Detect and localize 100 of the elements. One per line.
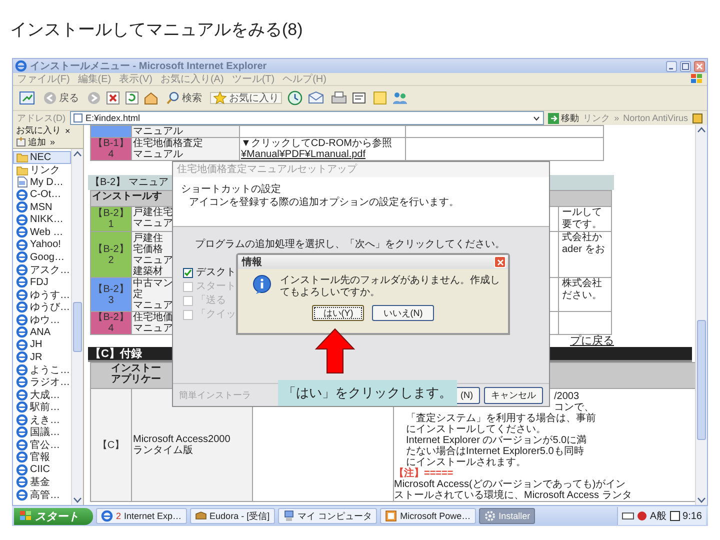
favorite-item[interactable]: 高管… <box>13 488 71 501</box>
search-button[interactable]: 検索 <box>163 87 205 109</box>
favorite-item[interactable]: Yahoo! <box>13 238 71 251</box>
globe-page-icon <box>16 251 28 264</box>
dialog-message: インストール先のフォルダがありません。作成してもよろしいですか。 <box>280 275 500 299</box>
edit-icon[interactable] <box>352 91 368 105</box>
favorite-item[interactable]: 国議… <box>13 426 71 438</box>
favorite-item[interactable]: リンク <box>13 164 71 176</box>
clock: 9:16 <box>682 510 702 522</box>
close-button[interactable] <box>694 60 705 72</box>
minimize-button[interactable] <box>666 60 677 72</box>
favorite-item[interactable]: えき… <box>13 414 71 426</box>
back-button[interactable]: 戻る <box>40 87 82 109</box>
globe-page-icon <box>16 401 28 414</box>
people-icon[interactable] <box>392 91 408 105</box>
favorite-item[interactable]: 官公… <box>13 438 71 451</box>
globe-page-icon <box>16 264 28 276</box>
taskbar-button[interactable]: Microsoft Powe… <box>380 508 476 524</box>
favorite-item[interactable]: My D… <box>13 176 71 188</box>
add-button[interactable]: 追加 <box>16 136 46 148</box>
table-cell: 株式会社 ださい。 <box>559 278 611 311</box>
favorite-item[interactable]: NEC <box>13 151 71 164</box>
favorite-item[interactable]: ANA <box>13 326 71 338</box>
globe-page-icon <box>16 414 28 426</box>
folder-icon <box>16 151 28 164</box>
refresh-icon[interactable] <box>125 91 139 105</box>
chevron[interactable]: » <box>50 137 56 147</box>
checkbox-label: 「送る <box>196 295 226 306</box>
home-icon[interactable] <box>144 91 158 105</box>
taskbar-button[interactable]: 2 Internet Exp… <box>96 508 187 524</box>
dialog-button[interactable]: はい(Y) <box>312 305 364 321</box>
scrollbar[interactable] <box>695 125 707 505</box>
favorite-item[interactable]: MSN <box>13 201 71 214</box>
taskbar-button[interactable]: マイ コンピュータ <box>278 508 378 524</box>
window-title: インストールメニュー - Microsoft Internet Explorer <box>30 60 268 73</box>
favorite-item[interactable]: JH <box>13 338 71 351</box>
close-icon <box>496 258 504 266</box>
favorite-item[interactable]: Web … <box>13 226 71 238</box>
back-link[interactable]: プに戻る <box>570 335 614 347</box>
presentation-icon <box>385 510 398 522</box>
favorite-item[interactable]: 駅前… <box>13 401 71 414</box>
scroll-thumb[interactable] <box>697 320 706 440</box>
favorite-item[interactable]: 官報 <box>13 451 71 464</box>
dialog-button[interactable]: いいえ(N) <box>372 305 434 321</box>
globe-page-icon <box>16 388 28 401</box>
globe-page-icon <box>16 376 28 388</box>
dialog-description: アイコンを登録する際の追加オプションの設定を行います。 <box>188 196 460 209</box>
table-cell: 式会社か ader をお <box>559 232 611 277</box>
printer-icon[interactable] <box>331 91 347 105</box>
globe-page-icon <box>16 476 28 488</box>
close-icon <box>696 62 703 70</box>
maximize-button[interactable] <box>680 60 691 72</box>
go-button[interactable]: 移動 <box>548 112 580 124</box>
dialog-button[interactable]: キャンセル <box>484 386 543 404</box>
address-field[interactable]: E:¥index.html <box>70 111 544 125</box>
history-icon[interactable] <box>287 90 303 106</box>
document-icon <box>16 176 28 188</box>
dialog-title: 住宅地価格査定マニュアルセットアップ <box>173 162 549 177</box>
favorite-item[interactable]: 大成… <box>13 388 71 401</box>
panel-close-button[interactable]: × <box>65 126 70 136</box>
favorite-item[interactable]: Goog… <box>13 251 71 264</box>
scrollbar[interactable] <box>71 149 83 505</box>
panel-title: お気に入り <box>16 124 61 137</box>
favorite-item[interactable]: NIKK… <box>13 214 71 226</box>
instruction-callout: 「はい」をクリックします。 <box>278 380 457 406</box>
favorite-item[interactable]: ラジオ… <box>13 376 71 388</box>
table-cell: ールして 要です。 <box>559 207 611 231</box>
stop-icon[interactable] <box>106 91 120 105</box>
scroll-thumb[interactable] <box>73 302 82 352</box>
favorite-item[interactable]: FDJ <box>13 276 71 288</box>
favorite-item[interactable]: C-Ot… <box>13 188 71 201</box>
favorite-item[interactable]: アスク… <box>13 264 71 276</box>
globe-page-icon <box>16 214 28 226</box>
ime-indicator[interactable]: A般 <box>650 509 667 523</box>
gear-icon <box>484 510 496 522</box>
taskbar-button[interactable]: Eudora - [受信] <box>190 508 275 524</box>
table-cell: 【B-2】 2 <box>91 232 131 277</box>
globe-page-icon <box>16 276 28 288</box>
folder-icon <box>16 164 28 176</box>
checkbox-label: デスクト <box>196 267 236 278</box>
table-cell: マニュアル <box>132 126 239 137</box>
favorite-item[interactable]: ようこ… <box>13 364 71 376</box>
globe-page-icon <box>16 464 28 476</box>
checkbox[interactable] <box>183 268 193 278</box>
favorite-item[interactable]: 基金 <box>13 476 71 488</box>
favorite-item[interactable]: ゆうす… <box>13 288 71 301</box>
flag-logo-icon <box>20 511 32 521</box>
dialog-title: 情報 <box>242 256 263 269</box>
favorite-item[interactable]: CIIC <box>13 464 71 476</box>
add-favorite-icon <box>16 137 26 147</box>
favorites-button[interactable]: お気に入り <box>210 92 282 104</box>
pointer-arrow <box>315 328 355 374</box>
globe-page-icon <box>16 288 28 301</box>
favorite-item[interactable]: JR <box>13 351 71 364</box>
info-icon <box>252 275 272 295</box>
favorite-item[interactable]: ゆウ… <box>13 314 71 326</box>
favorite-item[interactable]: ゆうび… <box>13 301 71 314</box>
footer-label: 簡単インストーラ <box>179 388 251 402</box>
globe-page-icon <box>16 201 28 214</box>
mail-icon[interactable] <box>308 91 326 105</box>
